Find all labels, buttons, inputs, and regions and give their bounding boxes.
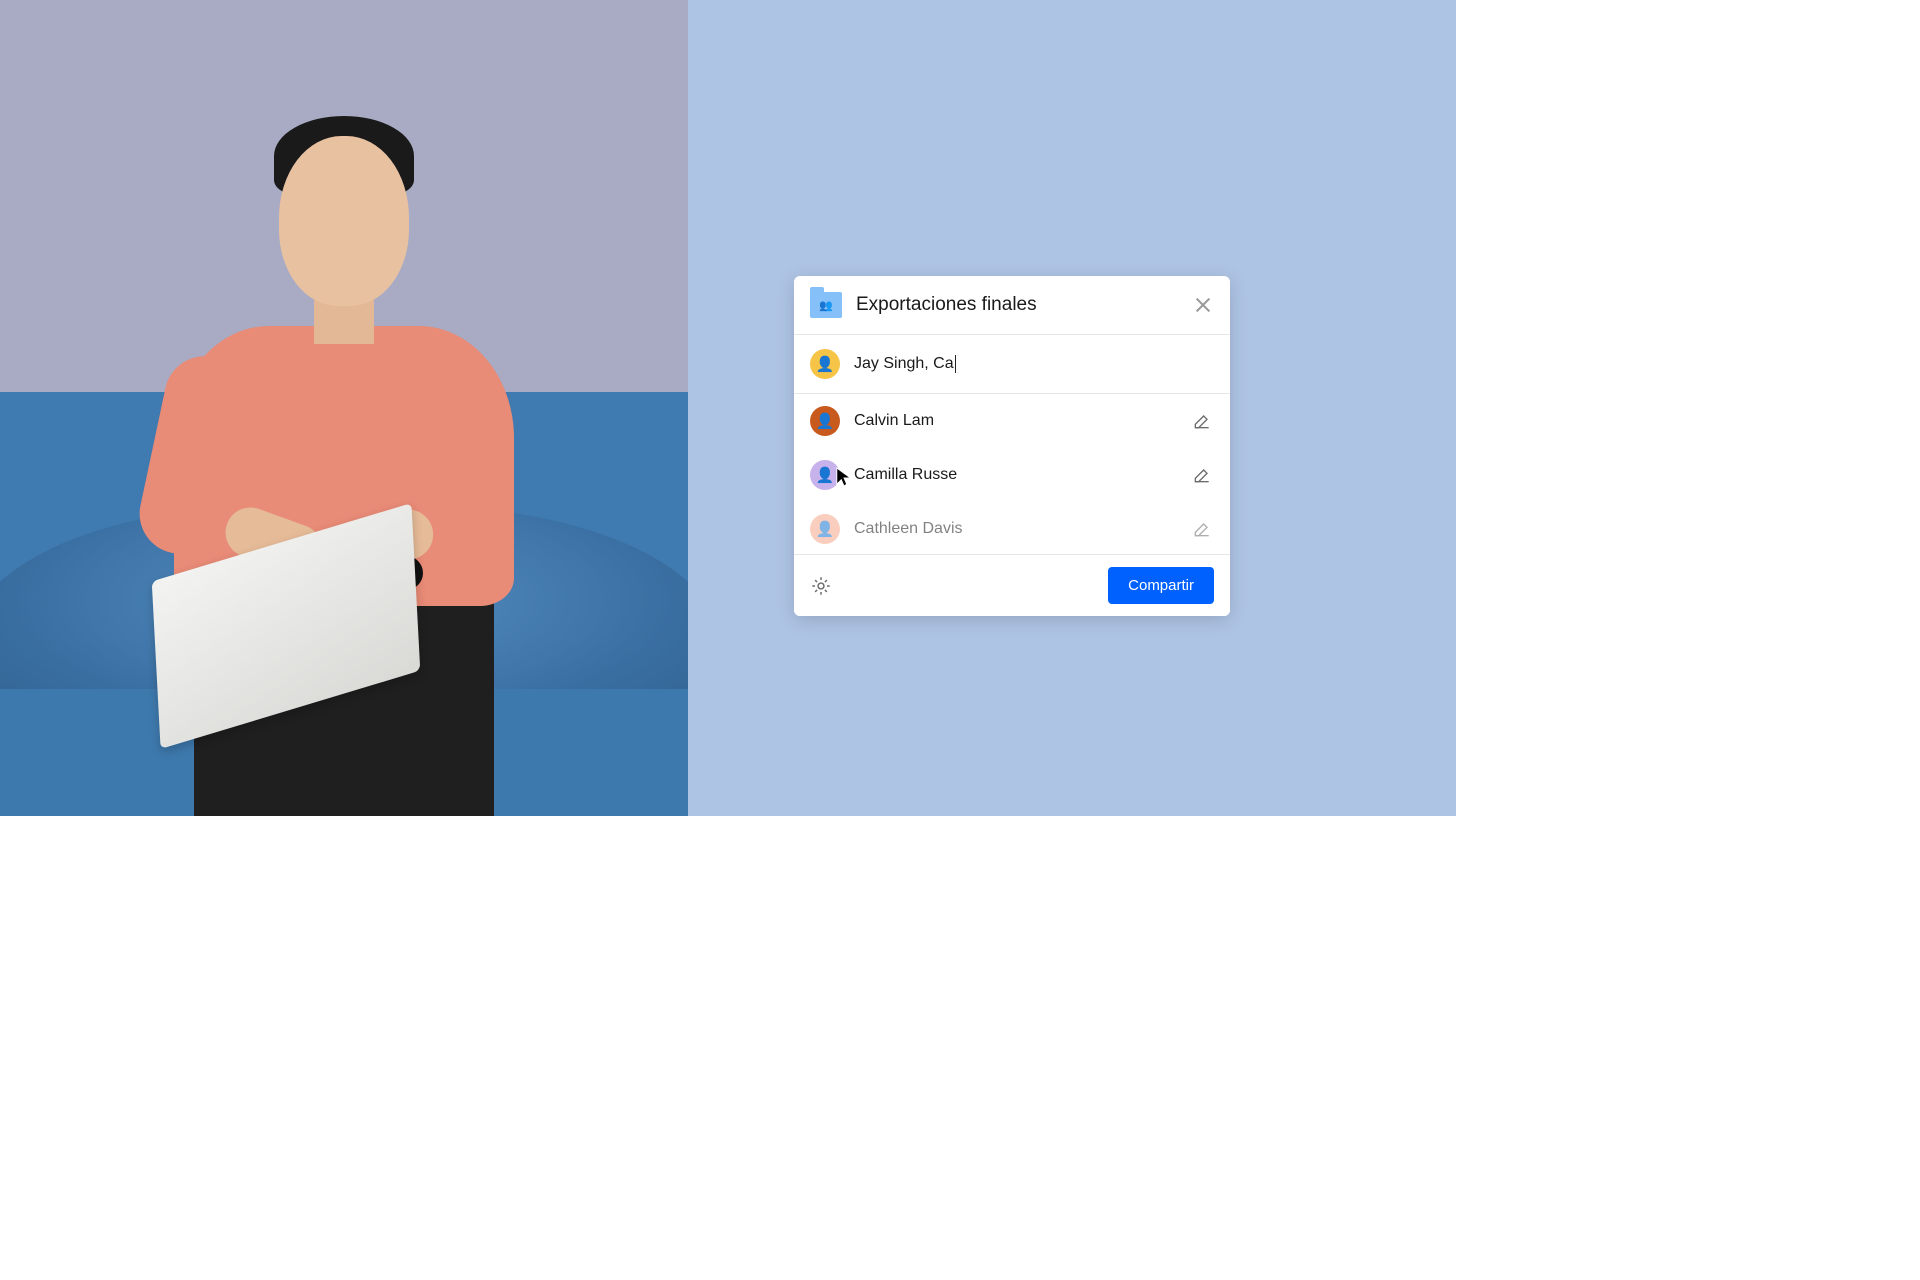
avatar: 👤 [810, 514, 840, 544]
dialog-title: Exportaciones finales [856, 294, 1180, 316]
person-illustration [134, 36, 554, 816]
people-glyph: 👥 [819, 299, 833, 312]
edit-permission-icon[interactable] [1192, 411, 1212, 431]
cursor-icon [835, 466, 853, 488]
suggestion-row[interactable]: 👤 Camilla Russe [794, 448, 1230, 502]
head [279, 136, 409, 306]
dialog-footer: Compartir [794, 554, 1230, 616]
share-dialog: 👥 Exportaciones finales 👤 Jay Singh, Ca … [794, 276, 1230, 616]
dialog-header: 👥 Exportaciones finales [794, 276, 1230, 334]
share-button[interactable]: Compartir [1108, 567, 1214, 604]
suggestion-name: Camilla Russe [854, 466, 1178, 484]
avatar: 👤 [810, 406, 840, 436]
recipient-input-row[interactable]: 👤 Jay Singh, Ca [794, 335, 1230, 393]
settings-icon[interactable] [810, 575, 832, 597]
input-avatar: 👤 [810, 349, 840, 379]
close-icon[interactable] [1194, 296, 1212, 314]
suggestion-list: 👤 Calvin Lam 👤 Camilla Russe 👤 Cathleen [794, 394, 1230, 554]
suggestion-row[interactable]: 👤 Cathleen Davis [794, 502, 1230, 554]
marketing-photo-pane [0, 0, 688, 816]
recipient-input[interactable]: Jay Singh, Ca [854, 355, 956, 373]
edit-permission-icon[interactable] [1192, 519, 1212, 539]
photo-scene [0, 0, 688, 816]
shared-folder-icon: 👥 [810, 292, 842, 318]
text-caret [955, 355, 956, 373]
suggestion-name: Cathleen Davis [854, 520, 1178, 538]
recipient-input-value: Jay Singh, Ca [854, 355, 954, 372]
right-panel: 👥 Exportaciones finales 👤 Jay Singh, Ca … [688, 0, 1456, 816]
suggestion-name: Calvin Lam [854, 412, 1178, 430]
suggestion-row[interactable]: 👤 Calvin Lam [794, 394, 1230, 448]
edit-permission-icon[interactable] [1192, 465, 1212, 485]
